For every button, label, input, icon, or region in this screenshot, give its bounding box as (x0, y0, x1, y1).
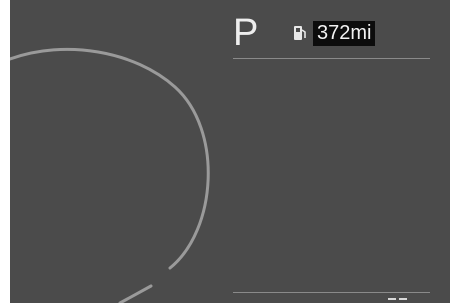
top-divider (233, 58, 430, 59)
fuel-pump-icon (294, 26, 306, 40)
instrument-cluster-display: P 372mi (10, 0, 450, 303)
speedometer-arc (10, 47, 210, 303)
gear-indicator: P (233, 12, 259, 54)
bottom-partial-glyph (388, 296, 408, 303)
range-readout: 372mi (313, 21, 376, 46)
bottom-divider (233, 292, 430, 293)
